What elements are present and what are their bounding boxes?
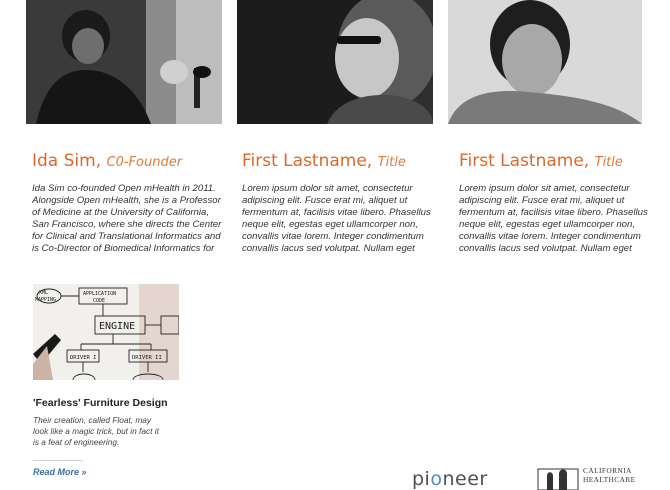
diagram-app-code-label-1: APPLICATION [83, 291, 116, 297]
pioneer-logo-dot: o [430, 468, 443, 490]
team-photo-ida-sim [26, 0, 222, 124]
woman-photo-image [237, 0, 433, 124]
member-bio: Ida Sim co-founded Open mHealth in 2011.… [32, 183, 222, 254]
team-photo-member-3 [448, 0, 642, 124]
diagram-app-code-label-2: CODE [93, 298, 105, 304]
diagram-driver-1-label: DRIVER I [70, 355, 97, 361]
member-name: First Lastname, [242, 151, 373, 171]
member-bio: Lorem ipsum dolor sit amet, consectetur … [459, 183, 648, 254]
pioneer-logo-text-a: pi [412, 468, 431, 490]
member-bio: Lorem ipsum dolor sit amet, consectetur … [242, 183, 431, 254]
chcf-logo-icon [537, 468, 579, 490]
member-name: Ida Sim, [32, 151, 102, 171]
member-role: Title [377, 155, 406, 170]
member-name-heading: Ida Sim, C0-Founder [32, 150, 228, 174]
speaker-photo-image [26, 0, 222, 124]
chcf-logo[interactable]: CALIFORNIA HEALTHCARE [537, 466, 647, 490]
diagram-mapping-label: MAPPING [35, 297, 56, 303]
chcf-logo-text: CALIFORNIA HEALTHCARE [583, 466, 636, 484]
team-member-card: First Lastname, Title Lorem ipsum dolor … [459, 150, 655, 255]
team-photo-member-2 [237, 0, 433, 124]
feature-image[interactable]: XML MAPPING APPLICATION CODE ENGINE DRIV… [33, 284, 179, 380]
read-more-link[interactable]: Read More » [33, 467, 87, 477]
member-role: Title [594, 155, 623, 170]
feature-title: 'Fearless' Furniture Design [33, 397, 168, 409]
member-name-heading: First Lastname, Title [459, 150, 655, 174]
pioneer-logo-text-b: neer [442, 468, 488, 490]
feature-description: Their creation, called Float, may look l… [33, 415, 159, 447]
engine-diagram-image: XML MAPPING APPLICATION CODE ENGINE DRIV… [33, 284, 179, 380]
divider [33, 460, 83, 461]
member-name: First Lastname, [459, 151, 590, 171]
pioneer-logo[interactable]: pioneer [412, 468, 488, 490]
chcf-line-2: HEALTHCARE [583, 474, 636, 484]
diagram-driver-2-label: DRIVER II [132, 355, 162, 361]
team-member-card: First Lastname, Title Lorem ipsum dolor … [242, 150, 438, 255]
team-member-card: Ida Sim, C0-Founder Ida Sim co-founded O… [32, 150, 228, 255]
man-photo-image [448, 0, 642, 124]
member-role: C0-Founder [106, 155, 183, 170]
diagram-engine-label: ENGINE [99, 321, 135, 332]
member-name-heading: First Lastname, Title [242, 150, 438, 174]
diagram-xml-label: XML [39, 290, 48, 296]
